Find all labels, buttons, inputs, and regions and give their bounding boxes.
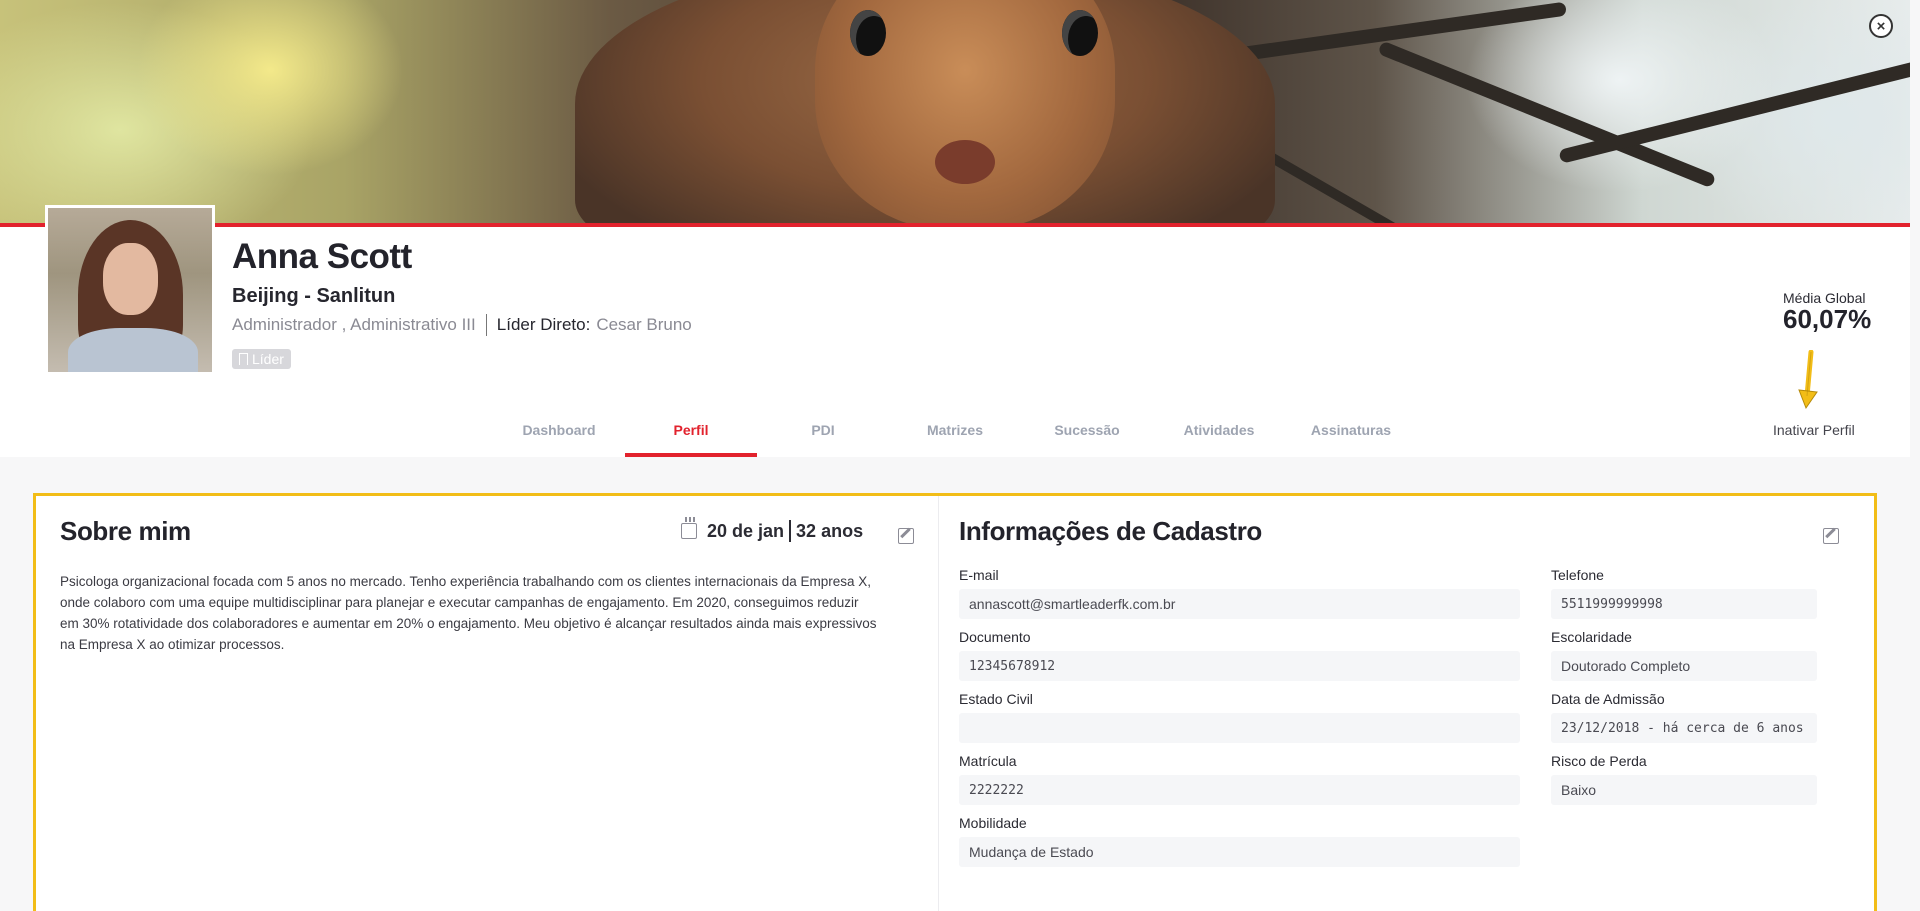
leader-badge: Líder (232, 349, 291, 369)
close-button[interactable]: × (1869, 14, 1893, 38)
leader-label: Líder Direto: (496, 315, 591, 334)
field-value[interactable]: 23/12/2018 - há cerca de 6 anos (1551, 713, 1817, 743)
profile-name: Anna Scott (232, 237, 412, 276)
tab-assinaturas[interactable]: Assinaturas (1285, 410, 1417, 457)
about-section: Sobre mim 20 de jan 32 anos Psicologa or… (36, 496, 939, 911)
tab-dashboard[interactable]: Dashboard (493, 410, 625, 457)
global-average-value: 60,07% (1783, 304, 1872, 334)
registration-title: Informações de Cadastro (959, 516, 1262, 546)
age: 32 anos (796, 520, 864, 541)
roles-text: Administrador , Administrativo III (232, 315, 476, 334)
tab-matrizes[interactable]: Matrizes (889, 410, 1021, 457)
profile-tabs: Dashboard Perfil PDI Matrizes Sucessão A… (493, 410, 1417, 457)
field-value[interactable]: annascott@smartleaderfk.com.br (959, 589, 1520, 619)
registration-left-column: E-mail annascott@smartleaderfk.com.br Do… (959, 567, 1520, 877)
registration-right-column: Telefone 5511999999998 Escolaridade Dout… (1551, 567, 1817, 877)
field-value[interactable]: Mudança de Estado (959, 837, 1520, 867)
profile-content: Sobre mim 20 de jan 32 anos Psicologa or… (33, 493, 1877, 911)
cake-icon (681, 517, 697, 539)
field-label: Estado Civil (959, 691, 1033, 707)
field-value[interactable]: 2222222 (959, 775, 1520, 805)
field-value[interactable]: Baixo (1551, 775, 1817, 805)
arrow-down-icon (1798, 350, 1818, 410)
tab-perfil[interactable]: Perfil (625, 410, 757, 457)
registration-number-field: Matrícula 2222222 (959, 753, 1520, 805)
profile-location: Beijing - Sanlitun (232, 285, 396, 307)
marital-status-field: Estado Civil (959, 691, 1520, 743)
field-label: Documento (959, 629, 1031, 645)
field-value[interactable]: Doutorado Completo (1551, 651, 1817, 681)
birth-divider (789, 520, 792, 542)
document-field: Documento 12345678912 (959, 629, 1520, 681)
profile-roles: Administrador , Administrativo III Líder… (232, 314, 692, 336)
tab-sucessao[interactable]: Sucessão (1021, 410, 1153, 457)
field-label: E-mail (959, 567, 999, 583)
field-label: Escolaridade (1551, 629, 1632, 645)
field-label: Telefone (1551, 567, 1604, 583)
field-label: Mobilidade (959, 815, 1027, 831)
admission-date-field: Data de Admissão 23/12/2018 - há cerca d… (1551, 691, 1817, 743)
registration-section: Informações de Cadastro E-mail annascott… (939, 496, 1874, 911)
education-field: Escolaridade Doutorado Completo (1551, 629, 1817, 681)
tab-atividades[interactable]: Atividades (1153, 410, 1285, 457)
close-icon: × (1876, 17, 1886, 35)
edit-about-icon[interactable] (898, 528, 914, 544)
loss-risk-field: Risco de Perda Baixo (1551, 753, 1817, 805)
field-value[interactable]: 5511999999998 (1551, 589, 1817, 619)
roles-divider (485, 314, 487, 336)
bookmark-icon (239, 353, 248, 365)
badge-label: Líder (252, 351, 284, 367)
birthday-info: 20 de jan 32 anos (681, 517, 864, 542)
field-value[interactable] (959, 713, 1520, 743)
field-value[interactable]: 12345678912 (959, 651, 1520, 681)
about-text: Psicologa organizacional focada com 5 an… (60, 574, 877, 652)
global-average: Média Global 60,07% (1783, 290, 1871, 332)
avatar (45, 205, 215, 375)
edit-registration-icon[interactable] (1823, 528, 1839, 544)
cover-banner-image (0, 0, 1910, 223)
field-label: Matrícula (959, 753, 1017, 769)
mobility-field: Mobilidade Mudança de Estado (959, 815, 1520, 867)
field-label: Data de Admissão (1551, 691, 1665, 707)
tab-pdi[interactable]: PDI (757, 410, 889, 457)
leader-name: Cesar Bruno (596, 315, 692, 334)
field-label: Risco de Perda (1551, 753, 1647, 769)
inactivate-profile-button[interactable]: Inativar Perfil (1773, 422, 1855, 438)
registration-fields: E-mail annascott@smartleaderfk.com.br Do… (959, 567, 1854, 877)
email-field: E-mail annascott@smartleaderfk.com.br (959, 567, 1520, 619)
birth-date: 20 de jan (707, 520, 785, 541)
phone-field: Telefone 5511999999998 (1551, 567, 1817, 619)
